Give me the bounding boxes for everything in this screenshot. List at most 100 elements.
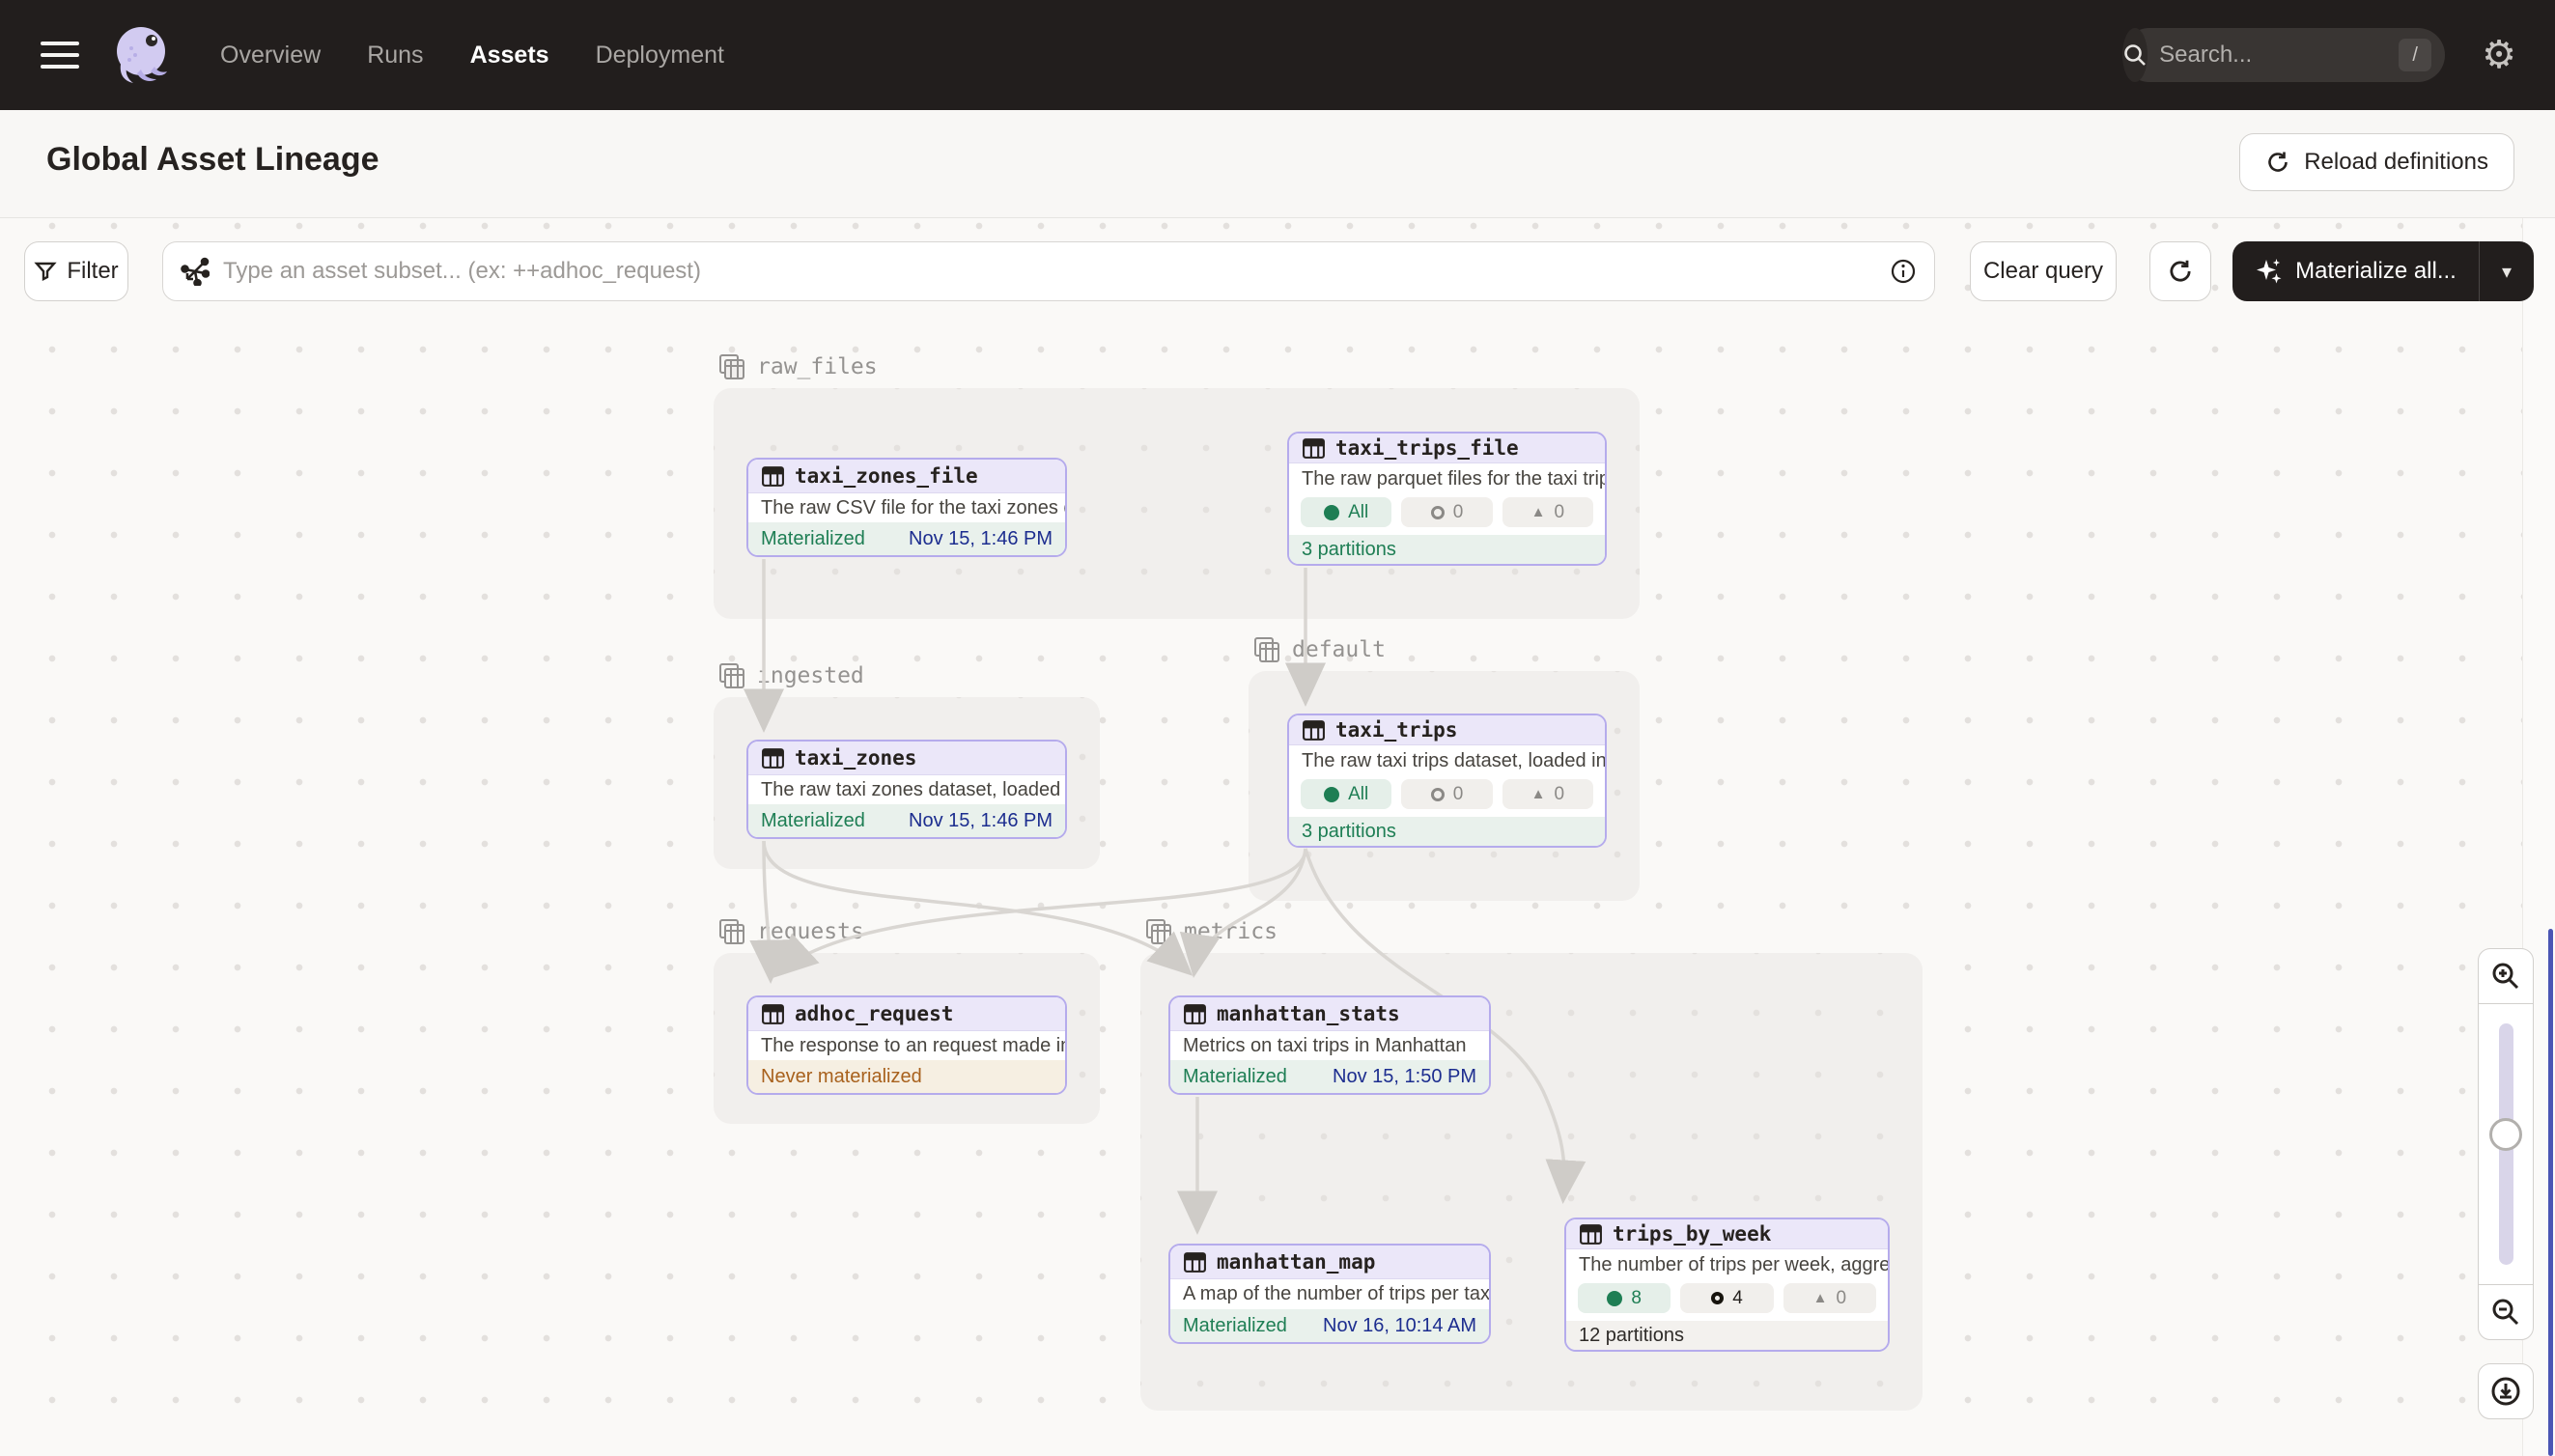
sparkle-icon xyxy=(2255,257,2284,286)
partitions-missing-pill[interactable]: ▲0 xyxy=(1502,779,1593,809)
asset-status-footer: Materialized Nov 15, 1:46 PM xyxy=(748,804,1065,837)
partitions-missing-pill[interactable]: ▲0 xyxy=(1783,1283,1876,1313)
asset-description: The raw parquet files for the taxi trips… xyxy=(1289,463,1605,495)
status-label: Materialized xyxy=(761,810,865,832)
zoom-in-button[interactable] xyxy=(2478,948,2534,1004)
triangle-icon: ▲ xyxy=(1813,1290,1828,1306)
dagster-logo[interactable] xyxy=(108,23,172,87)
hollow-circle-icon xyxy=(1431,506,1445,519)
info-icon[interactable] xyxy=(1890,258,1917,285)
group-table-icon xyxy=(718,353,745,380)
partitions-count: 12 partitions xyxy=(1579,1325,1684,1347)
partition-pills: All 0 ▲0 xyxy=(1289,777,1605,817)
page-header: Global Asset Lineage Reload definitions xyxy=(0,110,2555,218)
page-title: Global Asset Lineage xyxy=(46,141,379,179)
asset-description: The raw taxi zones dataset, loaded int..… xyxy=(748,775,1065,804)
filled-circle-icon xyxy=(1324,787,1339,802)
asset-title: trips_by_week xyxy=(1613,1222,1771,1246)
zoom-controls xyxy=(2478,948,2534,1340)
asset-title: taxi_trips xyxy=(1335,718,1457,742)
group-table-icon xyxy=(1145,918,1172,945)
asset-node-manhattan-stats[interactable]: manhattan_stats Metrics on taxi trips in… xyxy=(1168,995,1491,1095)
triangle-icon: ▲ xyxy=(1531,786,1546,802)
hamburger-menu-icon[interactable] xyxy=(41,42,79,69)
status-timestamp: Nov 15, 1:46 PM xyxy=(909,810,1053,832)
group-label-requests[interactable]: requests xyxy=(718,918,864,945)
asset-node-taxi-zones-file[interactable]: taxi_zones_file The raw CSV file for the… xyxy=(746,458,1067,557)
asset-node-taxi-trips[interactable]: taxi_trips The raw taxi trips dataset, l… xyxy=(1287,714,1607,848)
asset-query-input[interactable] xyxy=(210,258,1890,285)
vertical-scrollbar[interactable] xyxy=(2548,929,2553,1456)
global-search[interactable]: / xyxy=(2122,28,2445,82)
asset-node-taxi-trips-file[interactable]: taxi_trips_file The raw parquet files fo… xyxy=(1287,432,1607,566)
zoom-out-button[interactable] xyxy=(2478,1284,2534,1340)
partitions-count: 3 partitions xyxy=(1302,821,1396,843)
partitions-materialized-pill[interactable]: 8 xyxy=(1578,1283,1671,1313)
partitions-failed-pill[interactable]: 0 xyxy=(1401,497,1492,527)
filled-circle-icon xyxy=(1324,505,1339,520)
table-icon xyxy=(1579,1222,1603,1246)
materialize-all-button[interactable]: Materialize all... ▾ xyxy=(2232,241,2534,301)
partitions-missing-pill[interactable]: ▲0 xyxy=(1502,497,1593,527)
group-label-default[interactable]: default xyxy=(1253,636,1386,663)
partitions-materialized-pill[interactable]: All xyxy=(1301,497,1391,527)
download-image-button[interactable] xyxy=(2478,1363,2534,1419)
caret-down-icon: ▾ xyxy=(2502,260,2512,284)
zoom-slider[interactable] xyxy=(2478,1004,2534,1284)
search-shortcut-badge: / xyxy=(2399,39,2431,71)
settings-gear-icon[interactable]: ⚙ xyxy=(2482,36,2516,74)
asset-node-header: adhoc_request xyxy=(748,997,1065,1031)
nav-item-assets[interactable]: Assets xyxy=(470,42,549,70)
asset-description: Metrics on taxi trips in Manhattan xyxy=(1170,1031,1489,1060)
partitions-materialized-pill[interactable]: All xyxy=(1301,779,1391,809)
clear-query-button[interactable]: Clear query xyxy=(1970,241,2117,301)
status-label: Materialized xyxy=(1183,1066,1287,1088)
status-timestamp: Nov 15, 1:50 PM xyxy=(1333,1066,1476,1088)
asset-node-header: taxi_trips xyxy=(1289,715,1605,745)
asset-node-manhattan-map[interactable]: manhattan_map A map of the number of tri… xyxy=(1168,1244,1491,1344)
group-table-icon xyxy=(1253,636,1280,663)
status-label: Materialized xyxy=(1183,1315,1287,1337)
zoom-slider-thumb[interactable] xyxy=(2489,1118,2522,1151)
table-icon xyxy=(1183,1250,1207,1274)
asset-description: The raw taxi trips dataset, loaded into … xyxy=(1289,745,1605,777)
status-label: Materialized xyxy=(761,528,865,550)
group-label-ingested[interactable]: ingested xyxy=(718,662,864,689)
group-label-metrics[interactable]: metrics xyxy=(1145,918,1278,945)
asset-node-adhoc-request[interactable]: adhoc_request The response to an request… xyxy=(746,995,1067,1095)
triangle-icon: ▲ xyxy=(1531,504,1546,520)
reload-definitions-button[interactable]: Reload definitions xyxy=(2239,133,2514,191)
nav-item-deployment[interactable]: Deployment xyxy=(596,42,724,70)
nav-item-runs[interactable]: Runs xyxy=(367,42,423,70)
filter-funnel-icon xyxy=(34,260,57,283)
nav-item-overview[interactable]: Overview xyxy=(220,42,321,70)
download-icon xyxy=(2489,1375,2522,1408)
table-icon xyxy=(761,464,785,489)
materialize-all-main[interactable]: Materialize all... xyxy=(2232,241,2480,301)
zoom-out-icon xyxy=(2490,1297,2521,1328)
top-navbar: Overview Runs Assets Deployment / ⚙ xyxy=(0,0,2555,110)
asset-status-footer: Never materialized xyxy=(748,1060,1065,1093)
hollow-circle-icon xyxy=(1431,788,1445,801)
asset-query-inputbox[interactable] xyxy=(162,241,1935,301)
status-timestamp: Nov 16, 10:14 AM xyxy=(1323,1315,1476,1337)
table-icon xyxy=(1302,718,1326,742)
partitions-failed-pill[interactable]: 0 xyxy=(1401,779,1492,809)
refresh-button[interactable] xyxy=(2149,241,2211,301)
asset-node-trips-by-week[interactable]: trips_by_week The number of trips per we… xyxy=(1564,1218,1890,1352)
asset-title: manhattan_stats xyxy=(1217,1002,1400,1025)
asset-description: A map of the number of trips per taxi z.… xyxy=(1170,1279,1489,1309)
status-label: Never materialized xyxy=(761,1066,922,1088)
asset-title: taxi_zones xyxy=(795,746,916,770)
materialize-all-dropdown[interactable]: ▾ xyxy=(2480,241,2534,301)
partition-pills: All 0 ▲0 xyxy=(1289,495,1605,535)
asset-description: The response to an request made in th... xyxy=(748,1031,1065,1060)
dagster-global-asset-lineage: raw_files ingested default requests metr… xyxy=(0,0,2555,1456)
filter-button[interactable]: Filter xyxy=(24,241,128,301)
asset-node-taxi-zones[interactable]: taxi_zones The raw taxi zones dataset, l… xyxy=(746,740,1067,839)
zoom-in-icon xyxy=(2490,961,2521,992)
group-label-raw-files[interactable]: raw_files xyxy=(718,353,878,380)
asset-node-header: manhattan_map xyxy=(1170,1246,1489,1279)
asset-node-header: taxi_zones xyxy=(748,742,1065,775)
partitions-failed-pill[interactable]: 4 xyxy=(1680,1283,1773,1313)
